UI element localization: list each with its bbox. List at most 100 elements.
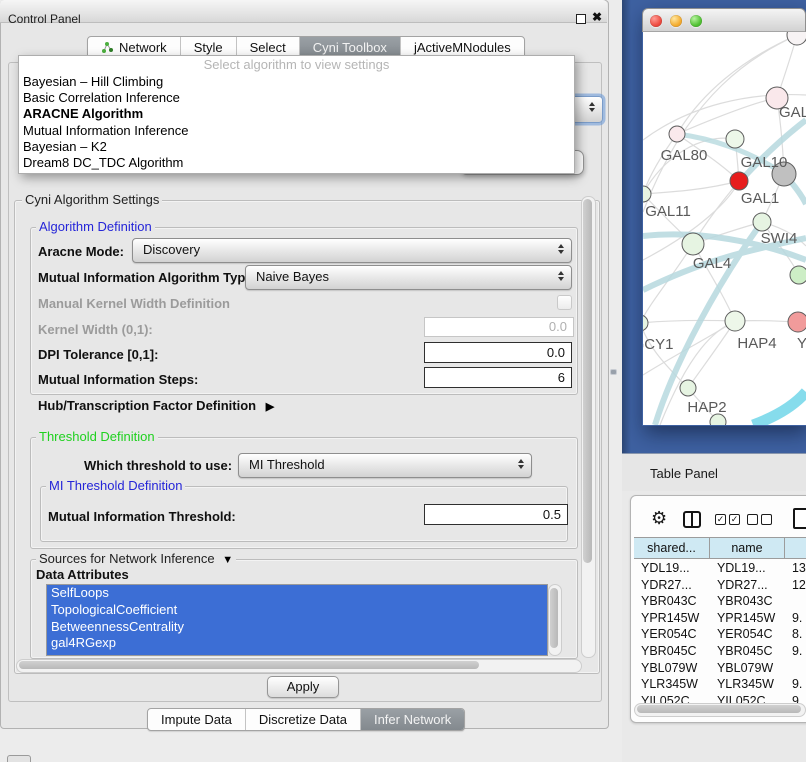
table-horizontal-scrollbar[interactable] [634,703,806,717]
network-node[interactable] [680,380,696,396]
zoom-traffic-light-icon[interactable] [690,15,702,27]
mi-algorithm-type-combobox[interactable]: Naive Bayes [245,265,572,290]
select-all-columns-icon[interactable]: ✓ ✓ [715,514,740,525]
network-node[interactable] [669,126,685,142]
scrollbar-thumb[interactable] [637,705,801,713]
table-row[interactable]: YPR145W YPR145W 9. [634,610,806,627]
cell-name[interactable]: YER054C [710,626,785,643]
network-node[interactable] [726,130,744,148]
network-node[interactable] [682,233,704,255]
kernel-width-field[interactable]: 0.0 [424,317,574,337]
network-node[interactable] [643,186,651,202]
columns-icon[interactable] [683,511,701,528]
dropdown-item[interactable]: Bayesian – Hill Climbing [19,74,574,90]
column-header-name[interactable]: name [710,538,785,558]
which-threshold-combobox[interactable]: MI Threshold [238,453,532,478]
cell-name[interactable]: YPR145W [710,610,785,627]
network-window-titlebar[interactable] [642,8,806,32]
cell-shared-name[interactable]: YLR345W [634,676,710,693]
cell-name[interactable]: YDR27... [710,577,785,594]
table-row[interactable]: YLR345W YLR345W 9. [634,676,806,693]
cell-name[interactable]: YBR045C [710,643,785,660]
table-row[interactable]: YBL079W YBL079W [634,660,806,677]
table-row[interactable]: YER054C YER054C 8. [634,626,806,643]
cell-name[interactable]: YIL052C [710,693,785,703]
scrollbar-thumb[interactable] [19,661,479,669]
settings-horizontal-scrollbar[interactable] [16,659,582,673]
tab-impute-data[interactable]: Impute Data [148,709,245,730]
minimize-traffic-light-icon[interactable] [670,15,682,27]
list-item[interactable]: SelfLoops [47,585,547,602]
cell-value[interactable]: 12 [785,577,806,594]
hub-definition-expander[interactable]: Hub/Transcription Factor Definition ▶ [38,398,274,413]
apply-button[interactable]: Apply [267,676,339,698]
network-node[interactable] [787,32,806,45]
tab-discretize-data[interactable]: Discretize Data [245,709,360,730]
close-icon[interactable]: ✖ [592,10,602,24]
sources-group-title[interactable]: Sources for Network Inference ▼ [36,552,236,567]
cell-value[interactable]: 9 [785,693,806,703]
scrollbar-thumb[interactable] [583,199,592,563]
aracne-mode-combobox[interactable]: Discovery [132,238,572,263]
network-node[interactable] [753,213,771,231]
cell-name[interactable]: YBL079W [710,660,785,677]
cell-value[interactable]: 13 [785,560,806,577]
network-node-selected[interactable] [730,172,748,190]
table-row[interactable]: YBR045C YBR045C 9. [634,643,806,660]
cell-value[interactable]: 9. [785,643,806,660]
cell-value[interactable] [785,593,806,610]
tab-infer-network[interactable]: Infer Network [360,709,464,730]
network-node[interactable] [790,266,806,284]
close-traffic-light-icon[interactable] [650,15,662,27]
table-row[interactable]: YDL19... YDL19... 13 [634,560,806,577]
cell-shared-name[interactable]: YDR27... [634,577,710,594]
column-header-clipped[interactable]: A [785,538,806,558]
cell-shared-name[interactable]: YPR145W [634,610,710,627]
unselect-all-columns-icon[interactable] [747,514,772,525]
cell-shared-name[interactable]: YDL19... [634,560,710,577]
network-node[interactable] [643,315,648,331]
cell-value[interactable] [785,660,806,677]
table-row[interactable]: YBR043C YBR043C [634,593,806,610]
settings-vertical-scrollbar[interactable] [581,196,596,658]
cell-name[interactable]: YDL19... [710,560,785,577]
cell-shared-name[interactable]: YBL079W [634,660,710,677]
cell-name[interactable]: YLR345W [710,676,785,693]
float-window-icon[interactable] [576,14,586,24]
cell-value[interactable]: 8. [785,626,806,643]
checked-box-icon: ✓ [715,514,726,525]
network-canvas[interactable]: GAL GAL80 GAL10 GAL1 GAL11 SWI4 GAL4 GCY… [643,32,806,425]
export-table-icon[interactable] [793,508,806,529]
dropdown-item[interactable]: Bayesian – K2 [19,139,574,155]
network-node[interactable] [788,312,806,332]
mi-threshold-field[interactable]: 0.5 [424,504,568,525]
cell-value[interactable]: 9. [785,676,806,693]
column-header-shared-name[interactable]: shared... [634,538,710,558]
mi-steps-field[interactable]: 6 [424,367,572,388]
list-item[interactable]: BetweennessCentrality [47,619,547,636]
cell-shared-name[interactable]: YER054C [634,626,710,643]
dropdown-item-selected[interactable]: ARACNE Algorithm [19,106,574,122]
cell-shared-name[interactable]: YBR043C [634,593,710,610]
cell-shared-name[interactable]: YIL052C [634,693,710,703]
cell-value[interactable]: 9. [785,610,806,627]
dropdown-item[interactable]: Dream8 DC_TDC Algorithm [19,155,574,171]
network-node-label: GAL4 [693,255,731,272]
list-item[interactable]: TopologicalCoefficient [47,602,547,619]
scrollbar-thumb[interactable] [550,588,558,648]
table-row[interactable]: YIL052C YIL052C 9 [634,693,806,703]
dock-panel-button[interactable] [7,755,31,762]
network-node-label: GAL [779,104,806,121]
cell-shared-name[interactable]: YBR045C [634,643,710,660]
network-node[interactable] [725,311,745,331]
manual-kernel-width-checkbox[interactable] [557,295,572,310]
list-vertical-scrollbar[interactable] [548,584,562,656]
splitter-grip[interactable] [611,370,616,374]
dropdown-item[interactable]: Mutual Information Inference [19,123,574,139]
table-row[interactable]: YDR27... YDR27... 12 [634,577,806,594]
dpi-tolerance-field[interactable]: 0.0 [424,342,572,363]
dropdown-item[interactable]: Basic Correlation Inference [19,90,574,106]
cell-name[interactable]: YBR043C [710,593,785,610]
list-item[interactable]: gal4RGexp [47,635,547,652]
gear-icon[interactable]: ⚙ [651,509,667,527]
